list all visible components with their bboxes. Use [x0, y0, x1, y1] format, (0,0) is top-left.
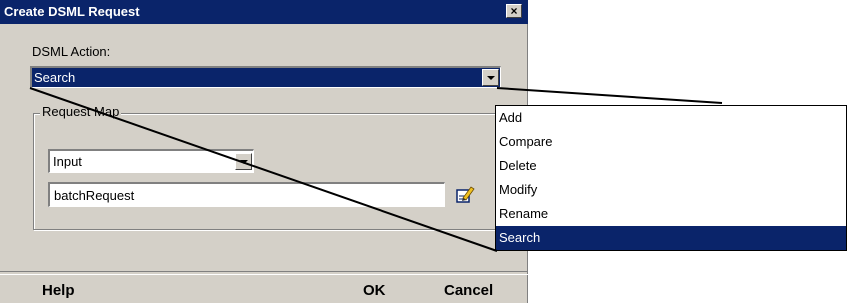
dropdown-item-delete[interactable]: Delete — [496, 154, 846, 178]
dropdown-item-modify[interactable]: Modify — [496, 178, 846, 202]
request-map-field[interactable]: batchRequest — [48, 182, 445, 207]
close-button[interactable]: × — [506, 4, 522, 18]
chevron-down-icon[interactable] — [235, 153, 252, 170]
dropdown-item-add[interactable]: Add — [496, 106, 846, 130]
edit-icon[interactable] — [455, 184, 475, 204]
help-button[interactable]: Help — [42, 282, 75, 299]
request-map-value: batchRequest — [54, 188, 135, 203]
dropdown-item-compare[interactable]: Compare — [496, 130, 846, 154]
ok-button[interactable]: OK — [363, 282, 386, 299]
footer-separator — [0, 271, 528, 275]
chevron-down-icon[interactable] — [482, 69, 499, 86]
dropdown-item-search[interactable]: Search — [496, 226, 846, 250]
dsml-action-dropdown-list: Add Compare Delete Modify Rename Search — [495, 105, 847, 251]
cancel-button[interactable]: Cancel — [444, 282, 493, 299]
input-output-select[interactable]: Input — [48, 149, 254, 173]
dsml-action-label: DSML Action: — [32, 44, 111, 59]
dropdown-item-rename[interactable]: Rename — [496, 202, 846, 226]
dsml-action-value: Search — [34, 70, 76, 85]
dsml-action-select[interactable]: Search — [30, 66, 501, 88]
close-icon: × — [510, 4, 518, 18]
dialog-title: Create DSML Request — [4, 4, 140, 19]
create-dsml-request-dialog: Create DSML Request × DSML Action: Searc… — [0, 0, 528, 303]
title-bar: Create DSML Request × — [0, 0, 528, 24]
request-map-label: Request Map — [40, 104, 122, 119]
input-output-value: Input — [53, 154, 82, 169]
